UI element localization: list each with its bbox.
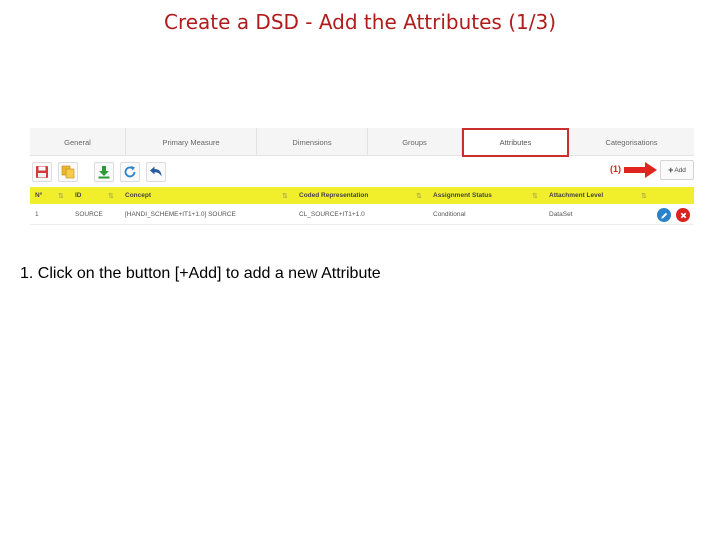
table-header: Nº ⇅ ID ⇅ Concept ⇅ Coded Representation… (30, 187, 694, 204)
plus-icon: + (668, 165, 674, 175)
add-button-label: Add (674, 166, 686, 174)
column-header-attachment-level[interactable]: Attachment Level (549, 187, 603, 204)
cell-concept: [HANDI_SCHEME+IT1+1.0] SOURCE (125, 211, 236, 218)
column-header-id[interactable]: ID (75, 187, 82, 204)
cell-assignment-status: Conditional (433, 211, 466, 218)
edit-button[interactable] (657, 208, 671, 222)
sort-icon[interactable]: ⇅ (416, 187, 422, 204)
tab-categorisations[interactable]: Categorisations (569, 128, 694, 156)
dsd-editor: General Primary Measure Dimensions Group… (30, 128, 694, 230)
tab-dimensions[interactable]: Dimensions (257, 128, 368, 156)
close-icon (680, 212, 686, 218)
column-header-assignment-status[interactable]: Assignment Status (433, 187, 492, 204)
add-button[interactable]: + Add (660, 160, 694, 180)
sort-icon[interactable]: ⇅ (58, 187, 64, 204)
copy-icon (61, 165, 75, 179)
tab-primary-measure[interactable]: Primary Measure (126, 128, 257, 156)
cell-num: 1 (35, 211, 39, 218)
refresh-button[interactable] (120, 162, 140, 182)
download-icon (98, 166, 110, 179)
cell-attachment-level: DataSet (549, 211, 573, 218)
save-button[interactable] (32, 162, 52, 182)
column-header-coded-representation[interactable]: Coded Representation (299, 187, 368, 204)
tab-attributes[interactable]: Attributes (462, 128, 569, 157)
step-annotation: (1) (610, 164, 621, 174)
tab-groups[interactable]: Groups (368, 128, 462, 156)
cell-id: SOURCE (75, 211, 103, 218)
column-header-num[interactable]: Nº (35, 187, 42, 204)
pencil-icon (660, 212, 667, 219)
delete-button[interactable] (676, 208, 690, 222)
sort-icon[interactable]: ⇅ (641, 187, 647, 204)
refresh-icon (124, 166, 136, 178)
tab-general[interactable]: General (30, 128, 126, 156)
undo-icon (150, 166, 162, 177)
instruction-text: 1. Click on the button [+Add] to add a n… (20, 265, 381, 282)
save-icon (36, 166, 48, 178)
tab-bar: General Primary Measure Dimensions Group… (30, 128, 694, 157)
sort-icon[interactable]: ⇅ (282, 187, 288, 204)
arrow-right-icon (624, 162, 657, 178)
undo-button[interactable] (146, 162, 166, 182)
slide-title: Create a DSD - Add the Attributes (1/3) (164, 10, 556, 34)
copy-button[interactable] (58, 162, 78, 182)
table-row[interactable]: 1 SOURCE [HANDI_SCHEME+IT1+1.0] SOURCE C… (30, 205, 694, 225)
column-header-concept[interactable]: Concept (125, 187, 151, 204)
sort-icon[interactable]: ⇅ (108, 187, 114, 204)
cell-coded-representation: CL_SOURCE+IT1+1.0 (299, 211, 365, 218)
toolbar (30, 160, 694, 184)
sort-icon[interactable]: ⇅ (532, 187, 538, 204)
download-button[interactable] (94, 162, 114, 182)
